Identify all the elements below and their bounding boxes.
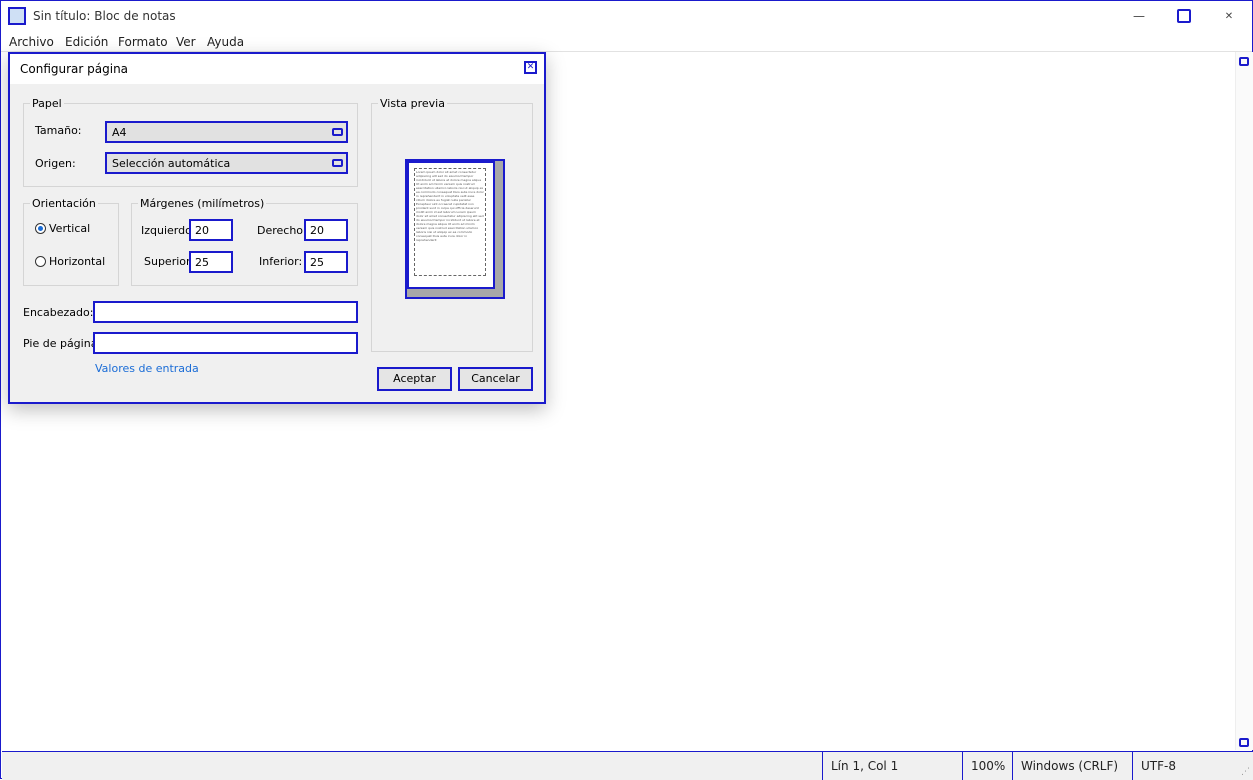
right-margin-input[interactable]: 20 bbox=[304, 219, 348, 241]
size-label: Tamaño: bbox=[35, 124, 82, 137]
orientation-group-label: Orientación bbox=[30, 197, 98, 210]
chevron-down-icon bbox=[332, 128, 343, 136]
scroll-up-icon[interactable] bbox=[1239, 57, 1249, 66]
minimize-icon: — bbox=[1133, 9, 1145, 23]
orientation-group: Orientación Vertical Horizontal bbox=[23, 197, 119, 286]
scroll-down-icon[interactable] bbox=[1239, 738, 1249, 747]
margins-group: Márgenes (milímetros) Izquierdo: 20 Dere… bbox=[131, 197, 358, 286]
top-margin-label: Superior: bbox=[144, 255, 195, 268]
preview-sheet: Lorem ipsum dolor sit amet consectetur a… bbox=[407, 161, 495, 289]
bottom-margin-label: Inferior: bbox=[259, 255, 303, 268]
status-encoding: UTF-8 bbox=[1132, 752, 1253, 780]
menu-ayuda[interactable]: Ayuda bbox=[207, 35, 244, 49]
status-bar: Lín 1, Col 1 100% Windows (CRLF) UTF-8 ⋰ bbox=[2, 751, 1253, 780]
resize-grip-icon[interactable]: ⋰ bbox=[1241, 767, 1250, 777]
margins-group-label: Márgenes (milímetros) bbox=[138, 197, 267, 210]
menu-archivo[interactable]: Archivo bbox=[9, 35, 54, 49]
menu-edicion[interactable]: Edición bbox=[65, 35, 108, 49]
menu-formato[interactable]: Formato bbox=[118, 35, 168, 49]
close-icon: ✕ bbox=[1224, 10, 1234, 22]
status-line-ending: Windows (CRLF) bbox=[1012, 752, 1132, 780]
input-values-link[interactable]: Valores de entrada bbox=[95, 362, 199, 375]
dialog-title-bar: Configurar página ✕ bbox=[10, 54, 544, 84]
page-setup-dialog: Configurar página ✕ Papel Tamaño: A4 Ori… bbox=[8, 52, 546, 404]
right-margin-label: Derecho: bbox=[257, 224, 307, 237]
dialog-close-icon[interactable]: ✕ bbox=[524, 61, 537, 74]
status-zoom: 100% bbox=[962, 752, 1012, 780]
size-value: A4 bbox=[112, 126, 127, 139]
notepad-icon bbox=[8, 7, 26, 25]
status-position: Lín 1, Col 1 bbox=[822, 752, 962, 780]
close-button[interactable]: ✕ bbox=[1219, 7, 1239, 25]
radio-vertical[interactable]: Vertical bbox=[35, 222, 90, 235]
title-bar: Sin título: Bloc de notas — ✕ bbox=[1, 1, 1252, 31]
preview-margin-area: Lorem ipsum dolor sit amet consectetur a… bbox=[414, 168, 486, 276]
size-select[interactable]: A4 bbox=[105, 121, 348, 143]
preview-sample-text: Lorem ipsum dolor sit amet consectetur a… bbox=[416, 170, 484, 242]
paper-group-label: Papel bbox=[30, 97, 64, 110]
vertical-scrollbar[interactable] bbox=[1235, 52, 1253, 750]
notepad-window: Sin título: Bloc de notas — ✕ Archivo Ed… bbox=[0, 0, 1253, 780]
left-margin-label: Izquierdo: bbox=[141, 224, 196, 237]
source-label: Origen: bbox=[35, 157, 76, 170]
source-value: Selección automática bbox=[112, 157, 231, 170]
menu-ver[interactable]: Ver bbox=[176, 35, 196, 49]
footer-input[interactable] bbox=[93, 332, 358, 354]
radio-horizontal[interactable]: Horizontal bbox=[35, 255, 105, 268]
bottom-margin-input[interactable]: 25 bbox=[304, 251, 348, 273]
left-margin-input[interactable]: 20 bbox=[189, 219, 233, 241]
minimize-button[interactable]: — bbox=[1129, 7, 1149, 25]
maximize-icon bbox=[1177, 9, 1191, 23]
ok-button[interactable]: Aceptar bbox=[377, 367, 452, 391]
page-preview: Lorem ipsum dolor sit amet consectetur a… bbox=[405, 159, 505, 299]
paper-group: Papel Tamaño: A4 Origen: Selección autom… bbox=[23, 97, 358, 187]
chevron-down-icon bbox=[332, 159, 343, 167]
top-margin-input[interactable]: 25 bbox=[189, 251, 233, 273]
header-input[interactable] bbox=[93, 301, 358, 323]
dialog-title: Configurar página bbox=[20, 62, 129, 76]
cancel-button[interactable]: Cancelar bbox=[458, 367, 533, 391]
header-label: Encabezado: bbox=[23, 306, 94, 319]
preview-group-label: Vista previa bbox=[378, 97, 447, 110]
source-select[interactable]: Selección automática bbox=[105, 152, 348, 174]
footer-label: Pie de página: bbox=[23, 337, 102, 350]
maximize-button[interactable] bbox=[1174, 7, 1194, 25]
radio-checked-icon bbox=[35, 223, 46, 234]
radio-unchecked-icon bbox=[35, 256, 46, 267]
window-title: Sin título: Bloc de notas bbox=[33, 9, 176, 23]
menu-bar: Archivo Edición Formato Ver Ayuda bbox=[1, 33, 1252, 52]
preview-group: Vista previa Lorem ipsum dolor sit amet … bbox=[371, 97, 533, 352]
